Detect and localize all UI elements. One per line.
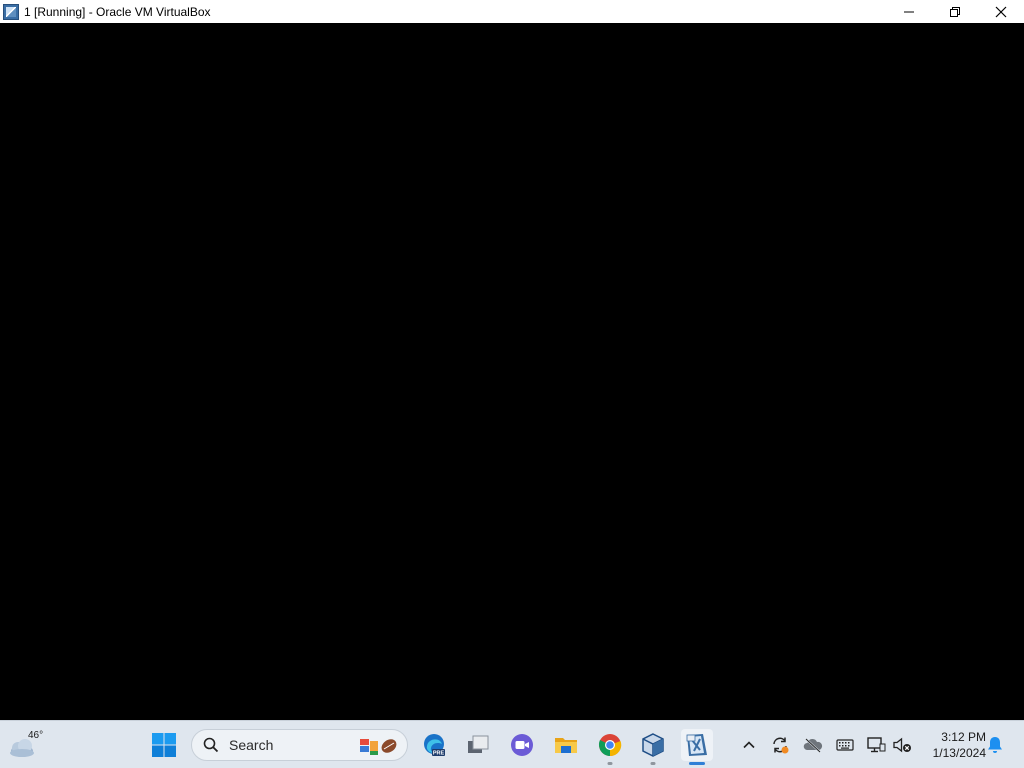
restore-button[interactable] [932, 0, 978, 23]
tray-volume[interactable] [889, 729, 915, 761]
chrome-icon [598, 734, 622, 757]
tray-sync[interactable] [767, 729, 793, 761]
windows-logo-icon [152, 733, 176, 757]
video-call-icon [511, 734, 533, 756]
search-box[interactable]: Search [191, 729, 408, 761]
clock-time: 3:12 PM [941, 730, 986, 744]
window-title: 1 [Running] - Oracle VM VirtualBox [24, 4, 211, 19]
chevron-up-icon [743, 741, 755, 749]
taskbar-app-edge-preview[interactable]: PRE [418, 729, 450, 761]
close-button[interactable] [978, 0, 1024, 23]
active-indicator [689, 762, 705, 765]
tray-network[interactable] [863, 729, 889, 761]
svg-text:PRE: PRE [433, 751, 445, 757]
taskbar-virtualbox-manager[interactable] [637, 729, 669, 765]
clock[interactable]: 3:12 PM 1/13/2024 [920, 729, 986, 761]
taskbar: 46° Search PRE 3:12 PM 1/13/2024 [0, 720, 1024, 768]
keyboard-icon [836, 739, 854, 751]
taskbar-task-view[interactable] [462, 729, 494, 761]
clock-date: 1/13/2024 [932, 746, 986, 760]
edge-icon: PRE [424, 734, 445, 757]
weather-temperature: 46° [28, 730, 44, 741]
weather-widget[interactable]: 46° [6, 728, 46, 762]
minimize-button[interactable] [886, 0, 932, 23]
tray-onedrive[interactable] [800, 729, 826, 761]
taskbar-virtualbox-vm[interactable] [681, 729, 713, 765]
vm-window-icon [686, 734, 707, 756]
vm-display-area[interactable] [0, 23, 1024, 720]
close-icon [995, 6, 1007, 17]
bell-icon [988, 737, 1002, 753]
notifications-button[interactable] [986, 735, 1004, 755]
sync-icon [773, 737, 789, 754]
running-indicator [650, 762, 656, 765]
virtualbox-vm-icon [3, 3, 19, 20]
taskbar-meet[interactable] [506, 729, 538, 761]
window-controls [886, 0, 1024, 23]
running-indicator [607, 762, 613, 765]
taskbar-file-explorer[interactable] [550, 729, 582, 761]
search-label: Search [229, 737, 274, 753]
start-button[interactable] [150, 731, 178, 759]
tray-keyboard[interactable] [832, 729, 858, 761]
show-hidden-icons-button[interactable] [736, 729, 762, 761]
minimize-icon [904, 11, 914, 12]
window-title-bar[interactable]: 1 [Running] - Oracle VM VirtualBox [0, 0, 1024, 23]
task-view-icon [468, 735, 489, 753]
search-highlight-icon [360, 739, 397, 755]
search-icon [203, 737, 219, 753]
volume-muted-icon [893, 737, 911, 753]
folder-icon [555, 738, 577, 753]
restore-icon [950, 6, 960, 17]
virtualbox-icon [642, 733, 664, 757]
network-icon [867, 737, 886, 753]
taskbar-chrome[interactable] [594, 729, 626, 765]
onedrive-offline-icon [803, 738, 823, 753]
